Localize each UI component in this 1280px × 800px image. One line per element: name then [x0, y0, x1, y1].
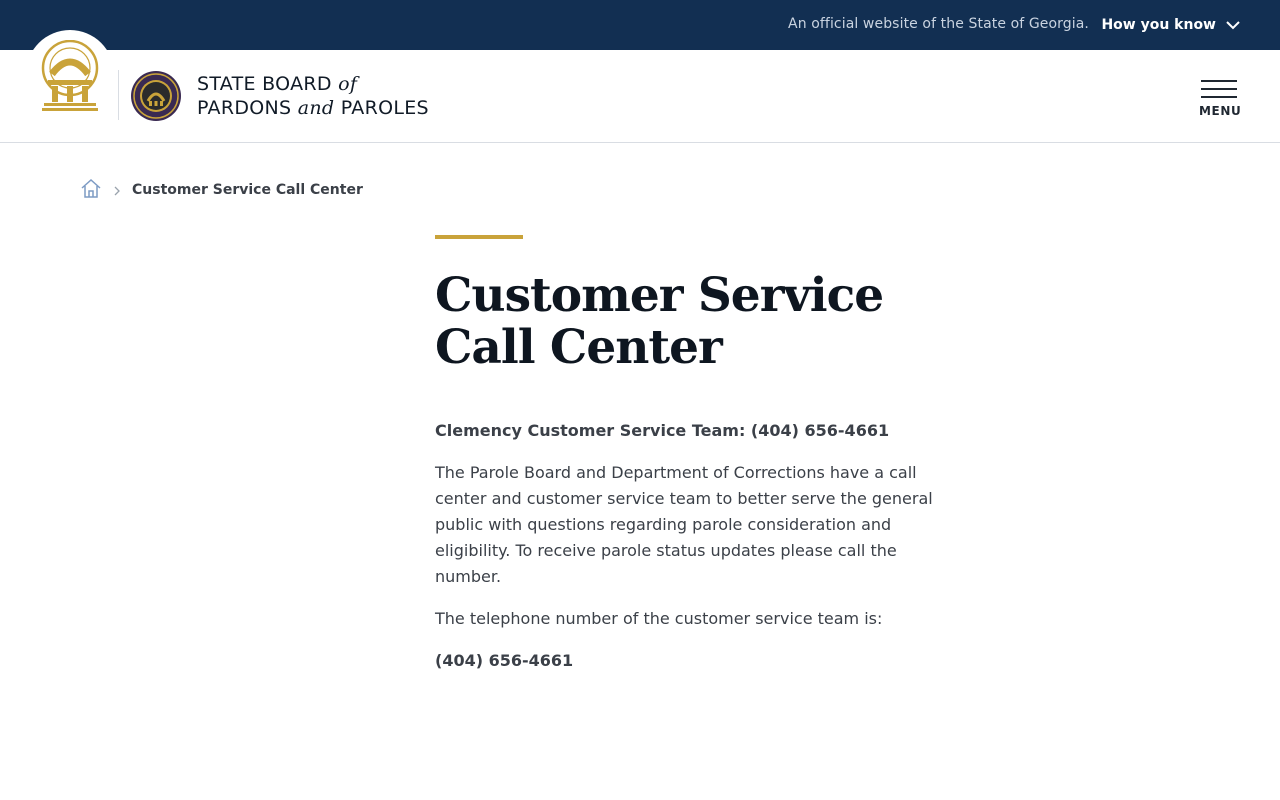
how-you-know-label: How you know [1101, 17, 1216, 33]
board-name-and: and [297, 97, 335, 119]
georgia-logo-link[interactable] [26, 30, 114, 118]
official-banner: An official website of the State of Geor… [0, 0, 1280, 50]
home-icon[interactable] [80, 177, 102, 203]
header-divider [118, 70, 119, 120]
main-content: Clemency Customer Service Team: (404) 65… [435, 418, 965, 690]
phone-intro: The telephone number of the customer ser… [435, 609, 883, 628]
hamburger-icon-bar [1201, 96, 1237, 98]
chevron-down-icon [1226, 20, 1240, 30]
title-accent-rule [435, 235, 523, 239]
board-name-line1: STATE BOARD [197, 73, 332, 95]
board-seal-icon [131, 71, 181, 121]
page-title: Customer Service Call Center [435, 268, 884, 375]
breadcrumb: Customer Service Call Center [80, 178, 363, 202]
hamburger-icon-bar [1201, 88, 1237, 90]
board-name-of: of [338, 73, 358, 95]
breadcrumb-current: Customer Service Call Center [132, 182, 363, 198]
menu-button[interactable]: MENU [1199, 78, 1241, 122]
georgia-capitol-arch-icon [41, 40, 99, 111]
menu-label: MENU [1199, 104, 1242, 118]
team-phone-line: Clemency Customer Service Team: (404) 65… [435, 421, 890, 440]
board-name[interactable]: STATE BOARD of PARDONS and PAROLES [197, 72, 429, 120]
board-name-paroles: PAROLES [340, 97, 429, 119]
call-center-description: The Parole Board and Department of Corre… [435, 463, 933, 586]
board-name-pardons: PARDONS [197, 97, 292, 119]
phone-number[interactable]: (404) 656-4661 [435, 648, 965, 674]
how-you-know-toggle[interactable]: How you know [1101, 13, 1240, 37]
official-site-text: An official website of the State of Geor… [788, 16, 1089, 32]
chevron-right-icon [113, 181, 121, 200]
site-header: STATE BOARD of PARDONS and PAROLES MENU [0, 30, 1280, 143]
hamburger-icon-bar [1201, 80, 1237, 82]
